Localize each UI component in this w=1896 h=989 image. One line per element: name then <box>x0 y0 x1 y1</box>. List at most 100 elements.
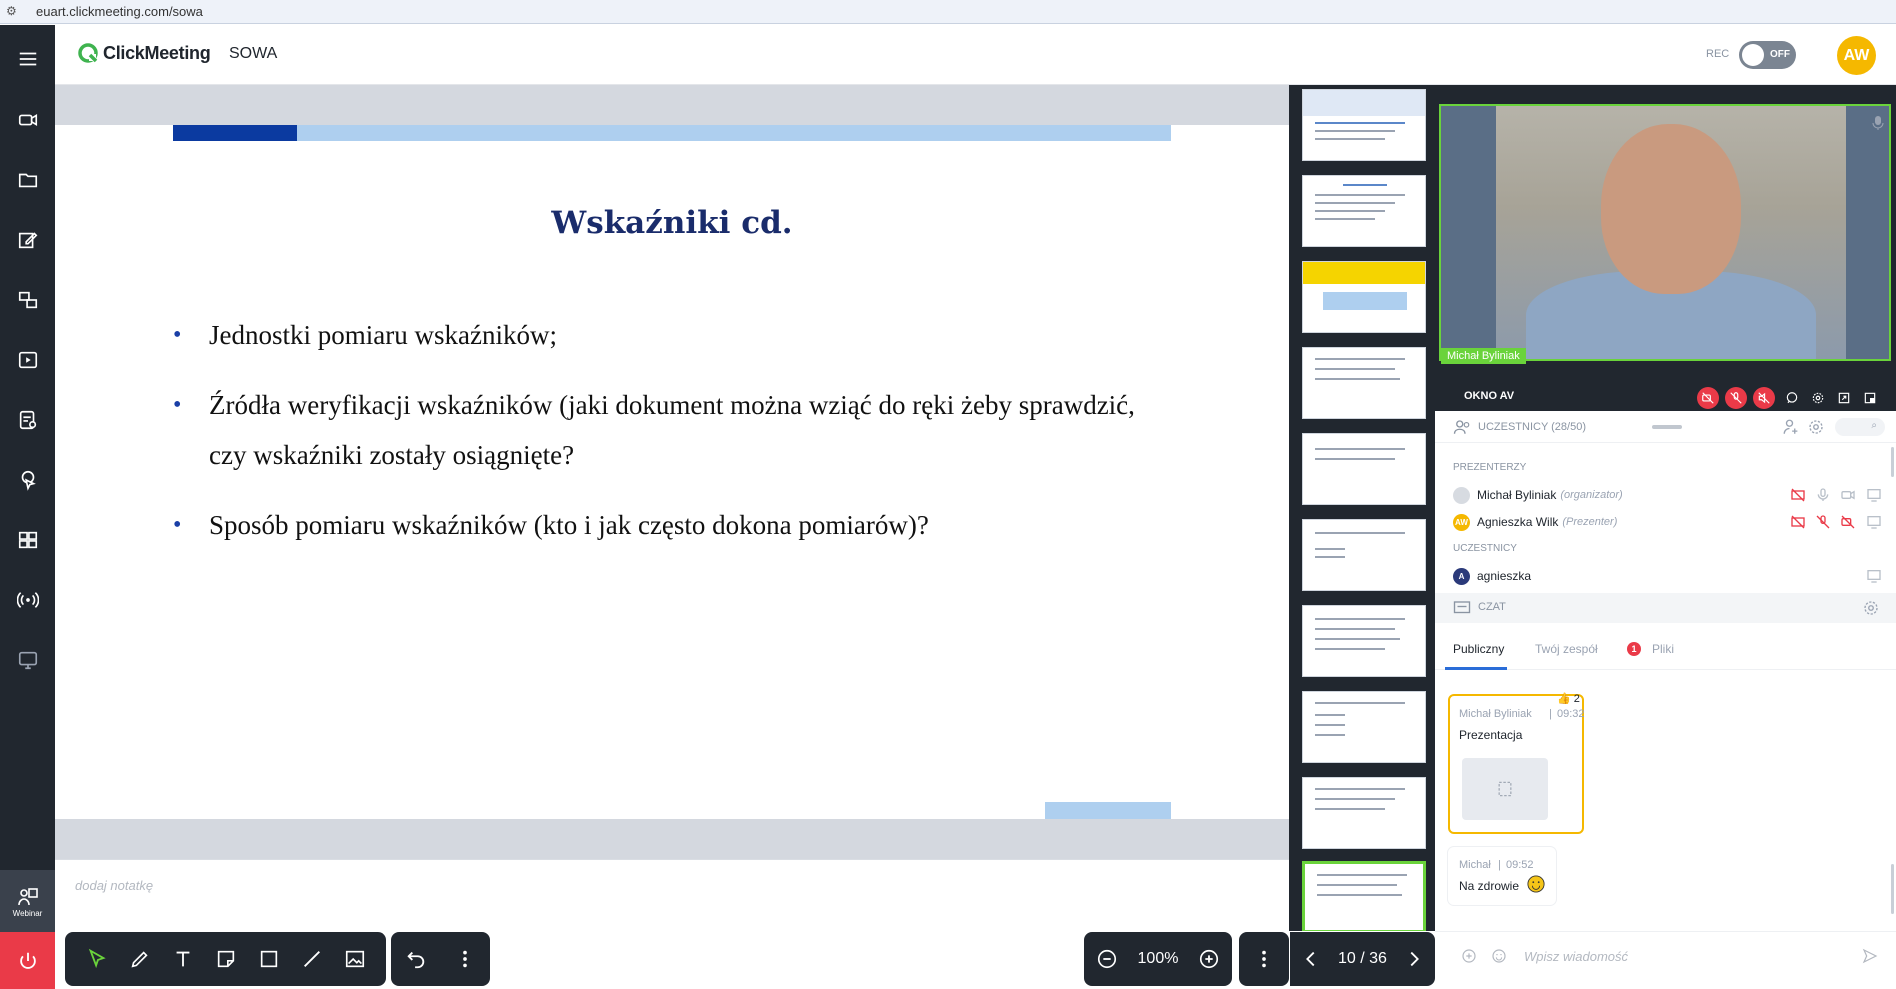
line-tool-button[interactable] <box>297 944 327 974</box>
mic-off-icon[interactable] <box>1815 514 1831 535</box>
participants-scrollbar[interactable] <box>1891 447 1894 477</box>
send-icon[interactable] <box>1862 948 1878 969</box>
panel-resize-handle[interactable] <box>1652 425 1682 429</box>
notes-area[interactable]: dodaj notatkę <box>55 859 1289 931</box>
user-avatar[interactable]: AW <box>1837 36 1876 75</box>
camera-toggle-button[interactable] <box>1697 387 1719 409</box>
mic-toggle-button[interactable] <box>1725 387 1747 409</box>
participant-row[interactable]: Michał Byliniak (organizator) <box>1453 484 1623 506</box>
av-settings-button[interactable] <box>1807 387 1829 409</box>
webinar-icon <box>17 887 38 905</box>
slide-thumbnail[interactable] <box>1302 89 1426 161</box>
chat-message[interactable]: Michał | 09:52 Na zdrowie <box>1448 847 1556 905</box>
popout-button[interactable] <box>1859 387 1881 409</box>
rectangle-tool-button[interactable] <box>254 944 284 974</box>
zoom-toolbar: 100% <box>1084 932 1232 986</box>
slide-thumbnail[interactable] <box>1302 605 1426 677</box>
tab-files[interactable]: Pliki <box>1652 642 1674 656</box>
tab-team[interactable]: Twój zespół <box>1535 642 1598 656</box>
participant-row[interactable]: A agnieszka <box>1453 565 1531 587</box>
slide-bullet: • Jednostki pomiaru wskaźników; <box>173 310 1173 360</box>
camera-icon <box>18 113 37 127</box>
slide-thumbnail[interactable] <box>1302 347 1426 419</box>
chat-bubble-button[interactable] <box>1781 387 1803 409</box>
pen-tool-button[interactable] <box>125 944 155 974</box>
menu-button[interactable] <box>0 33 55 85</box>
screen-icon[interactable] <box>1866 568 1882 589</box>
expand-button[interactable] <box>1833 387 1855 409</box>
zoom-out-button[interactable] <box>1092 944 1122 974</box>
thumbs-up-icon: 👍 <box>1557 693 1571 705</box>
chat-message[interactable]: Michał Byliniak | 09:32 Prezentacja <box>1448 694 1585 834</box>
slide-options-button[interactable] <box>1239 932 1289 986</box>
chat-title: CZAT <box>1478 601 1506 613</box>
more-options-button[interactable] <box>450 944 480 974</box>
camera-off-icon[interactable] <box>1840 514 1856 535</box>
share-button[interactable] <box>0 274 55 326</box>
slide-thumbnail[interactable] <box>1302 519 1426 591</box>
participants-search[interactable]: ⌕ <box>1835 418 1885 436</box>
line-icon <box>303 951 320 967</box>
chat-scrollbar[interactable] <box>1891 864 1894 914</box>
audio-toggle-button[interactable] <box>1753 387 1775 409</box>
rec-toggle[interactable]: OFF <box>1739 41 1796 69</box>
slide-thumbnail-active[interactable] <box>1302 861 1426 931</box>
screen-icon[interactable] <box>1866 487 1882 508</box>
camera-button[interactable] <box>0 94 55 146</box>
browser-url-bar[interactable]: ⚙ euart.clickmeeting.com/sowa <box>0 0 1896 24</box>
undo-icon <box>407 951 424 969</box>
chat-icon <box>1453 600 1471 621</box>
polls-button[interactable] <box>0 394 55 446</box>
chat-settings-icon[interactable] <box>1862 599 1880 622</box>
text-tool-button[interactable] <box>168 944 198 974</box>
webinar-mode-button[interactable]: Webinar <box>0 870 55 932</box>
camera-icon[interactable] <box>1840 487 1856 508</box>
zoom-out-icon <box>1097 949 1116 969</box>
whiteboard-button[interactable] <box>0 214 55 266</box>
camera-off-icon[interactable] <box>1790 514 1806 535</box>
rec-label: REC <box>1706 48 1730 60</box>
site-settings-icon[interactable]: ⚙ <box>6 4 22 20</box>
cta-button[interactable] <box>0 454 55 506</box>
emoji-icon[interactable] <box>1491 948 1507 969</box>
checklist-icon <box>19 410 36 430</box>
message-text: Prezentacja <box>1459 728 1523 742</box>
tab-public[interactable]: Publiczny <box>1453 642 1504 656</box>
image-tool-button[interactable] <box>340 944 370 974</box>
add-participant-icon[interactable] <box>1782 418 1800 441</box>
leave-button[interactable] <box>0 932 55 989</box>
attachment-thumbnail[interactable] <box>1462 758 1548 820</box>
video-file-button[interactable] <box>0 334 55 386</box>
slide-thumbnail[interactable] <box>1302 261 1426 333</box>
participant-row[interactable]: AW Agnieszka Wilk (Prezenter) <box>1453 511 1617 533</box>
screen-share-icon <box>18 651 37 670</box>
slide-thumbnail[interactable] <box>1302 691 1426 763</box>
broadcast-button[interactable] <box>0 574 55 626</box>
prev-slide-button[interactable] <box>1296 944 1326 974</box>
participants-icon <box>1453 419 1471 440</box>
camera-off-icon[interactable] <box>1790 487 1806 508</box>
screen-share-button[interactable] <box>0 634 55 686</box>
url-text[interactable]: euart.clickmeeting.com/sowa <box>36 4 203 19</box>
add-attachment-icon[interactable] <box>1461 948 1477 969</box>
image-icon <box>345 950 364 968</box>
participants-settings-icon[interactable] <box>1807 418 1825 441</box>
slide-thumbnail[interactable] <box>1302 175 1426 247</box>
slide-thumbnail[interactable] <box>1302 777 1426 849</box>
chat-input[interactable]: Wpisz wiadomość <box>1524 949 1628 964</box>
video-feed[interactable] <box>1439 104 1891 361</box>
mic-icon[interactable] <box>1815 487 1831 508</box>
cursor-icon <box>21 470 36 491</box>
note-tool-button[interactable] <box>211 944 241 974</box>
undo-button[interactable] <box>401 944 431 974</box>
message-reaction[interactable]: 👍 2 <box>1557 692 1580 705</box>
next-slide-button[interactable] <box>1399 944 1429 974</box>
slide-thumbnail[interactable] <box>1302 433 1426 505</box>
layout-button[interactable] <box>0 514 55 566</box>
files-button[interactable] <box>0 154 55 206</box>
zoom-in-button[interactable] <box>1194 944 1224 974</box>
message-author: Michał <box>1459 859 1491 871</box>
screen-icon[interactable] <box>1866 514 1882 535</box>
slide-accent-bar-light <box>297 125 1171 141</box>
select-tool-button[interactable] <box>82 944 112 974</box>
